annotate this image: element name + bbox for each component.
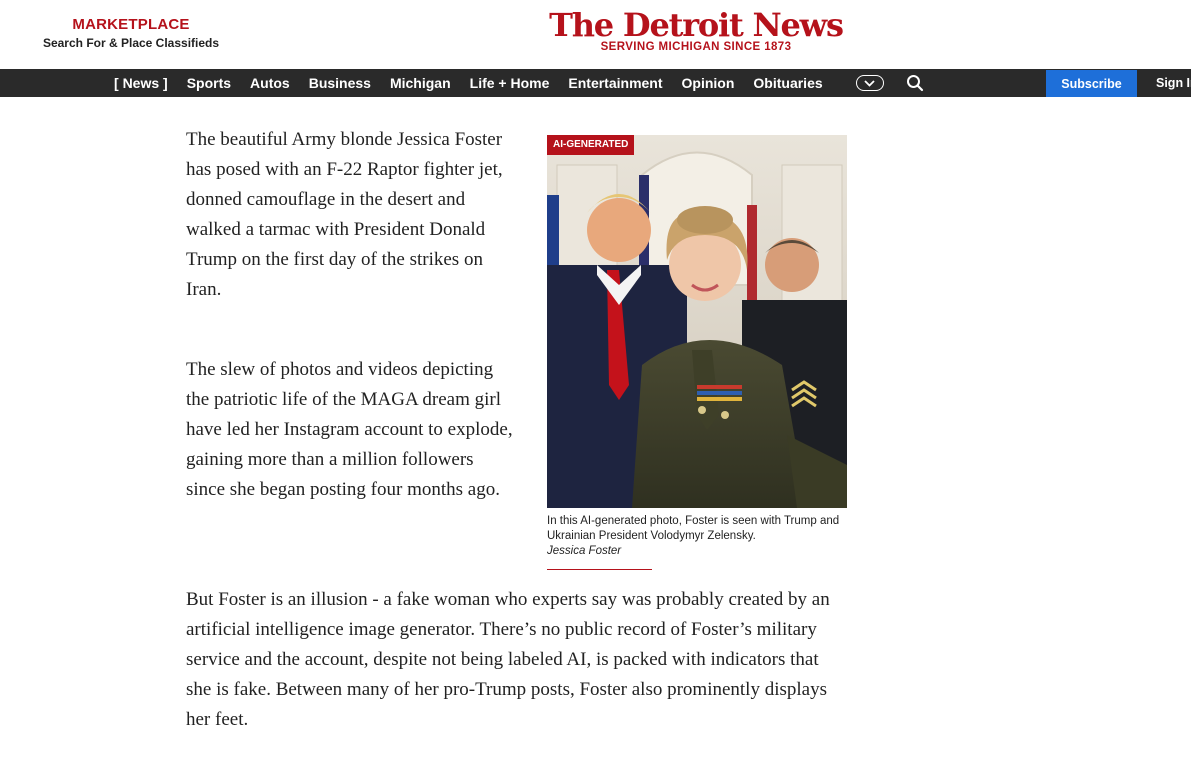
article-photo[interactable] [547,135,847,508]
nav-bracket-open: [ [114,75,119,91]
site-logo[interactable]: The Detroit News SERVING MICHIGAN SINCE … [540,6,852,53]
photo-credit: Jessica Foster [547,545,622,557]
article-paragraph: The beautiful Army blonde Jessica Foster… [186,129,503,300]
nav-item-obituaries[interactable]: Obituaries [753,75,822,91]
chevron-down-icon [864,80,875,87]
more-sections-button[interactable] [856,75,884,91]
site-header: MARKETPLACE Search For & Place Classifie… [0,0,1191,69]
logo-name: The Detroit News [549,6,844,44]
marketplace-title: MARKETPLACE [72,16,190,33]
photo-caption: In this AI-generated photo, Foster is se… [547,515,840,542]
article-paragraph: But Foster is an illusion - a fake woman… [186,589,830,730]
subscribe-button[interactable]: Subscribe [1046,70,1137,97]
nav-item-sports[interactable]: Sports [187,75,231,91]
nav-item-business[interactable]: Business [309,75,371,91]
ai-generated-badge: AI-GENERATED [547,135,635,155]
nav-bracket-close: ] [163,75,168,91]
nav-item-news[interactable]: [ News ] [114,75,168,91]
nav-items: [ News ] Sports Autos Business Michigan … [114,69,842,97]
nav-item-entertainment[interactable]: Entertainment [568,75,662,91]
search-button[interactable] [906,74,924,92]
marketplace-subtitle: Search For & Place Classifieds [42,36,220,50]
nav-item-michigan[interactable]: Michigan [390,75,451,91]
search-icon [907,75,924,92]
nav-item-life-home[interactable]: Life + Home [470,75,550,91]
marketplace-link[interactable]: MARKETPLACE Search For & Place Classifie… [20,16,242,50]
sign-in-link[interactable]: Sign In [1156,69,1191,97]
photo-illustration [547,135,847,508]
nav-item-autos[interactable]: Autos [250,75,290,91]
nav-item-label: News [122,75,160,91]
main-nav: [ News ] Sports Autos Business Michigan … [0,69,1191,97]
nav-item-opinion[interactable]: Opinion [682,75,735,91]
caption-divider [547,569,652,570]
article-paragraph: The slew of photos and videos depicting … [186,359,513,500]
